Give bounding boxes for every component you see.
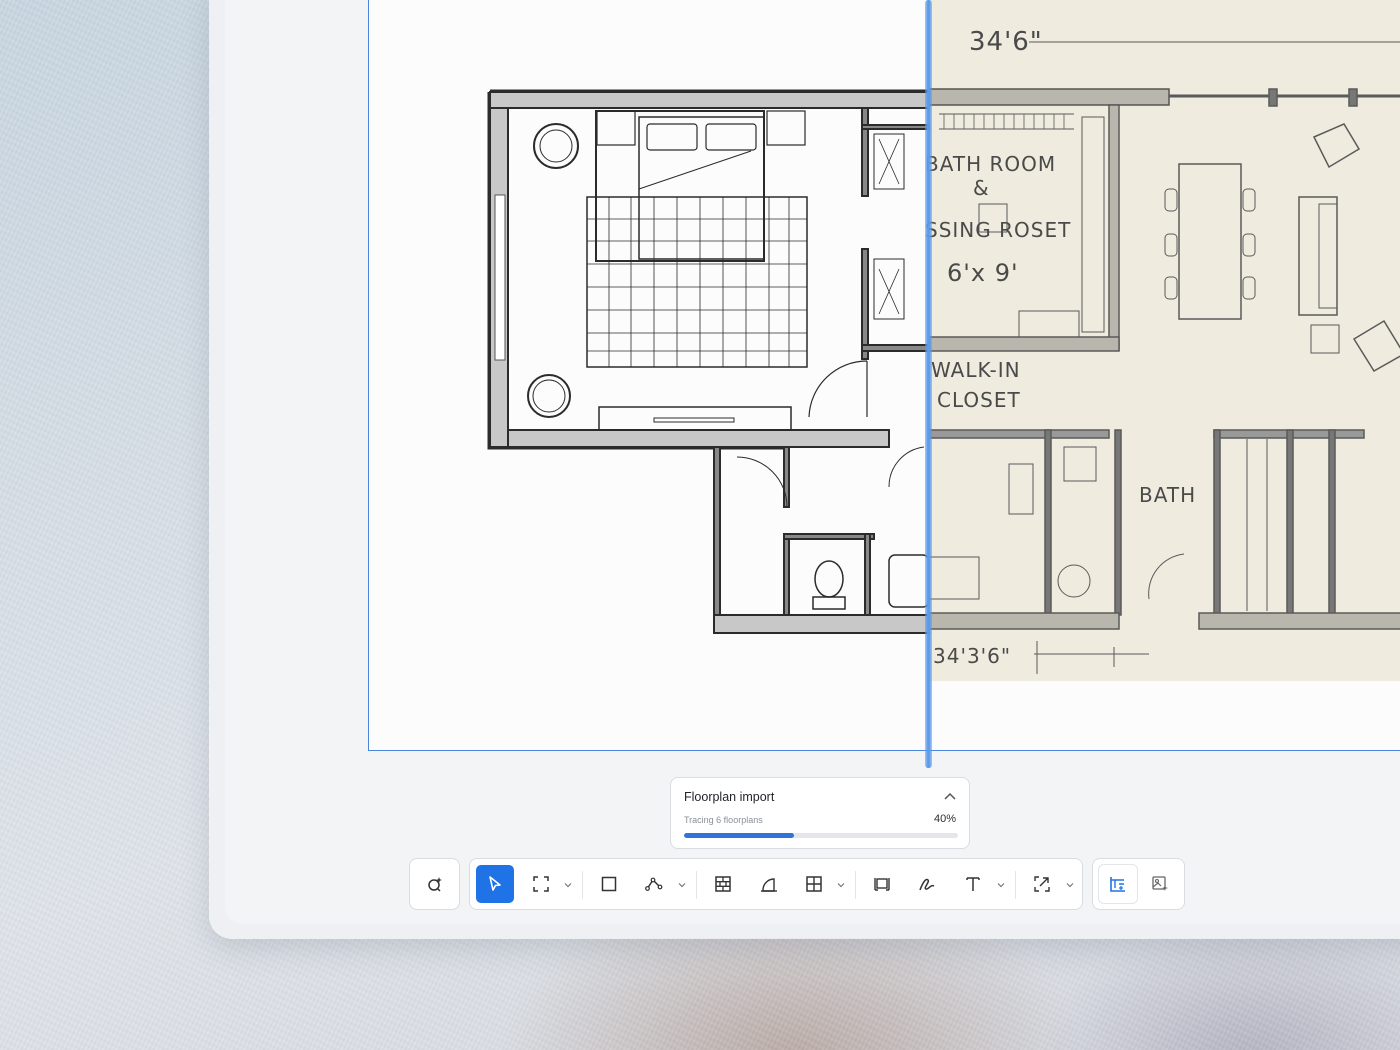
window-tool[interactable] xyxy=(795,865,833,903)
text-t-icon xyxy=(966,877,980,891)
sketch-bath-room-label: BATH ROOM xyxy=(925,152,1056,176)
chevron-down-icon[interactable] xyxy=(563,880,573,890)
sketch-walk-in-label: WALK-IN xyxy=(931,358,1021,382)
door-tool[interactable] xyxy=(750,865,788,903)
square-icon xyxy=(601,876,617,892)
import-panel-title: Floorplan import xyxy=(684,790,775,804)
frame-tool[interactable] xyxy=(522,865,560,903)
floorplan-trace-icon xyxy=(1110,877,1125,892)
cad-floorplan xyxy=(487,89,930,634)
rectangle-tool[interactable] xyxy=(590,865,628,903)
toolbar-ai-group xyxy=(409,858,460,910)
scribble-icon xyxy=(919,878,935,891)
chevron-down-icon[interactable] xyxy=(677,880,687,890)
brick-wall-icon xyxy=(715,876,731,892)
canvas-page[interactable]: 34'6" BATH ROOM & SSING ROSET 6'x 9' WAL… xyxy=(368,0,1400,751)
toolbar-separator xyxy=(582,871,583,899)
import-progress-fill xyxy=(684,833,794,838)
sketch-room-size-label: 6'x 9' xyxy=(947,259,1019,287)
frame-corners-icon xyxy=(533,876,549,892)
scale-tool[interactable] xyxy=(1023,865,1061,903)
text-tool[interactable] xyxy=(954,865,992,903)
sketch-closet-label: SSING ROSET xyxy=(925,218,1071,242)
floorplan-drawing: 34'6" BATH ROOM & SSING ROSET 6'x 9' WAL… xyxy=(487,27,1400,674)
furniture-icon xyxy=(874,878,890,891)
door-arc-icon xyxy=(761,878,777,892)
import-percent: 40% xyxy=(933,813,956,825)
image-sparkle-icon xyxy=(1152,876,1168,891)
floorplan-import-panel: Floorplan import Tracing 6 floorplans 40… xyxy=(670,777,970,849)
sketch-bottom-dimension: 34'3'6" xyxy=(933,644,1011,668)
chevron-up-icon[interactable] xyxy=(941,788,959,806)
toolbar-separator xyxy=(1015,871,1016,899)
cursor-arrow-icon xyxy=(489,876,501,891)
scale-arrows-icon xyxy=(1034,876,1050,892)
compare-split-handle[interactable] xyxy=(925,0,932,768)
sketch-bath-label: BATH xyxy=(1139,483,1196,507)
furniture-tool[interactable] xyxy=(863,865,901,903)
path-tool[interactable] xyxy=(635,865,673,903)
floorplan-trace-tool[interactable] xyxy=(1099,865,1137,903)
magic-search-icon xyxy=(428,877,442,892)
image-ai-tool[interactable] xyxy=(1141,865,1179,903)
sketch-ampersand-label: & xyxy=(973,176,990,200)
import-status-text: Tracing 6 floorplans xyxy=(684,815,763,825)
ai-select-tool[interactable] xyxy=(416,865,454,903)
draw-tool[interactable] xyxy=(908,865,946,903)
pen-nodes-icon xyxy=(645,877,663,891)
sketch-top-dimension: 34'6" xyxy=(969,27,1043,57)
chevron-down-icon[interactable] xyxy=(836,880,846,890)
rug-pattern xyxy=(587,197,807,367)
sketch-closet-word-label: CLOSET xyxy=(937,388,1021,412)
chevron-down-icon[interactable] xyxy=(996,880,1006,890)
toolbar-separator xyxy=(696,871,697,899)
wall-tool[interactable] xyxy=(704,865,742,903)
select-tool[interactable] xyxy=(476,865,514,903)
toolbar-floorplan-group xyxy=(1092,858,1185,910)
window-grid-icon xyxy=(806,876,822,892)
toolbar-main-group xyxy=(469,858,1083,910)
import-progress-bar xyxy=(684,833,958,838)
toolbar-separator xyxy=(855,871,856,899)
chevron-down-icon[interactable] xyxy=(1065,880,1075,890)
